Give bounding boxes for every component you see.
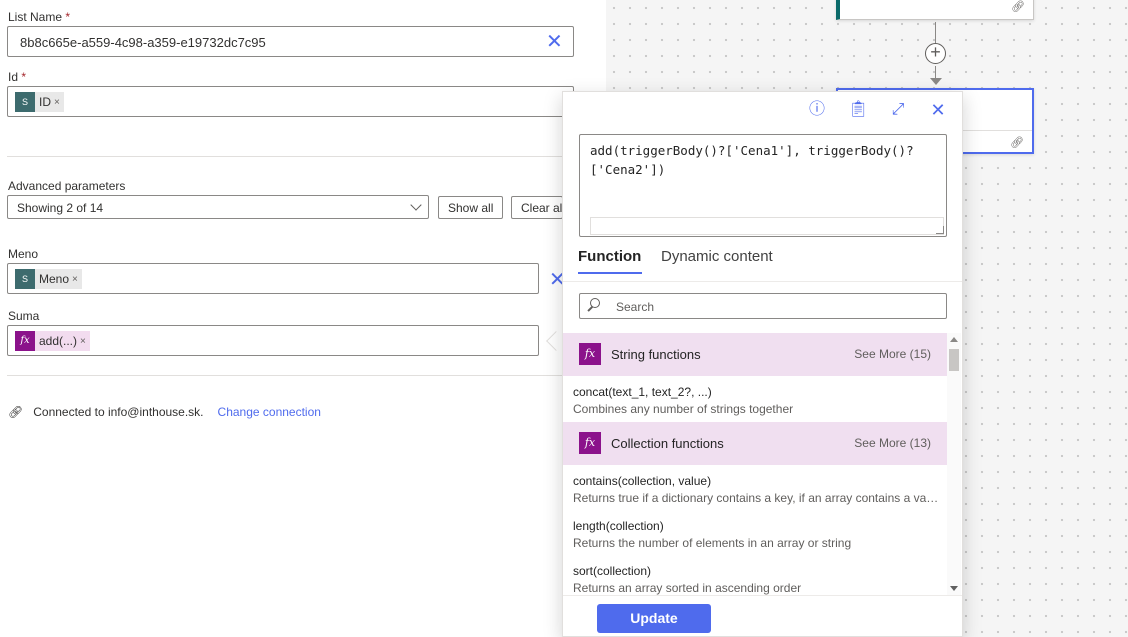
list-name-value: 8b8c665e-a559-4c98-a359-e19732dc7c95: [20, 35, 266, 50]
sharepoint-icon: S: [15, 269, 35, 289]
meno-label: Meno: [8, 247, 39, 261]
active-tab-indicator: [578, 272, 642, 274]
connection-text: Connected to info@inthouse.sk.: [33, 405, 204, 419]
close-icon[interactable]: ✕: [928, 100, 948, 120]
expression-editor-popup: ⓘ 📋︎ ⤢ ✕ add(triggerBody()?['Cena1'], tr…: [562, 91, 963, 637]
fx-icon: fx: [15, 331, 35, 351]
connection-row: 🔗︎ Connected to info@inthouse.sk. Change…: [8, 405, 321, 419]
remove-token-icon[interactable]: ×: [72, 274, 78, 285]
sharepoint-icon: S: [15, 92, 35, 112]
link-icon: 🔗︎: [1010, 137, 1024, 149]
update-button[interactable]: Update: [597, 604, 711, 633]
scroll-up-icon[interactable]: [950, 337, 958, 342]
expand-icon[interactable]: ⤢: [888, 100, 908, 120]
remove-token-icon[interactable]: ×: [80, 336, 86, 347]
clipboard-icon[interactable]: 📋︎: [848, 100, 868, 120]
see-more-link[interactable]: See More (13): [854, 436, 931, 450]
category-string-functions[interactable]: fx String functions See More (15): [563, 333, 947, 376]
function-search-input[interactable]: Search: [579, 293, 947, 319]
connection-icon: 🔗︎: [8, 405, 24, 419]
fx-icon: fx: [579, 343, 601, 365]
suma-label: Suma: [8, 309, 40, 323]
connector-line: [935, 22, 936, 43]
function-list-scrollbar[interactable]: [947, 333, 961, 595]
divider: [7, 156, 607, 157]
function-item[interactable]: length(collection) Returns the number of…: [573, 519, 939, 550]
divider: [7, 375, 607, 376]
meno-input[interactable]: S Meno ×: [7, 263, 539, 294]
canvas-card-previous[interactable]: 🔗︎: [836, 0, 1034, 20]
meno-token[interactable]: S Meno ×: [15, 269, 82, 289]
arrow-down-icon: [930, 78, 942, 85]
advanced-parameters-dropdown[interactable]: Showing 2 of 14: [7, 195, 429, 219]
clear-all-button[interactable]: Clear all: [511, 196, 563, 219]
function-list: fx String functions See More (15) concat…: [563, 333, 947, 595]
divider: [563, 281, 962, 282]
remove-token-icon[interactable]: ×: [54, 97, 60, 108]
fx-icon: fx: [579, 432, 601, 454]
scroll-down-icon[interactable]: [950, 586, 958, 591]
function-item[interactable]: sort(collection) Returns an array sorted…: [573, 564, 939, 595]
expression-editor[interactable]: add(triggerBody()?['Cena1'], triggerBody…: [579, 134, 947, 237]
id-token[interactable]: S ID ×: [15, 92, 64, 112]
scrollbar-thumb[interactable]: [949, 349, 959, 371]
suma-input[interactable]: fx add(...) ×: [7, 325, 539, 356]
add-step-button[interactable]: +: [925, 43, 946, 64]
function-item[interactable]: contains(collection, value) Returns true…: [573, 474, 939, 505]
see-more-link[interactable]: See More (15): [854, 347, 931, 361]
tab-function[interactable]: Function: [578, 248, 641, 265]
tab-dynamic-content[interactable]: Dynamic content: [661, 248, 773, 265]
editor-line-highlight: [590, 217, 944, 235]
list-name-label: List Name *: [8, 10, 71, 24]
info-icon[interactable]: ⓘ: [807, 100, 827, 120]
resize-handle[interactable]: [936, 226, 944, 234]
change-connection-link[interactable]: Change connection: [218, 405, 321, 419]
link-icon: 🔗︎: [1011, 1, 1025, 13]
chevron-down-icon: [410, 199, 422, 211]
id-input[interactable]: S ID ×: [7, 86, 574, 117]
expression-text: add(triggerBody()?['Cena1'], triggerBody…: [590, 143, 914, 177]
id-label: Id *: [8, 70, 27, 84]
clear-icon[interactable]: ✕: [546, 32, 563, 52]
suma-expression-token[interactable]: fx add(...) ×: [15, 331, 90, 351]
show-all-button[interactable]: Show all: [438, 196, 504, 219]
category-collection-functions[interactable]: fx Collection functions See More (13): [563, 422, 947, 465]
advanced-parameters-label: Advanced parameters: [8, 179, 126, 193]
list-name-input[interactable]: 8b8c665e-a559-4c98-a359-e19732dc7c95 ✕: [7, 26, 574, 57]
search-icon: [587, 298, 600, 311]
function-item[interactable]: concat(text_1, text_2?, ...) Combines an…: [573, 385, 939, 416]
divider: [563, 595, 962, 596]
